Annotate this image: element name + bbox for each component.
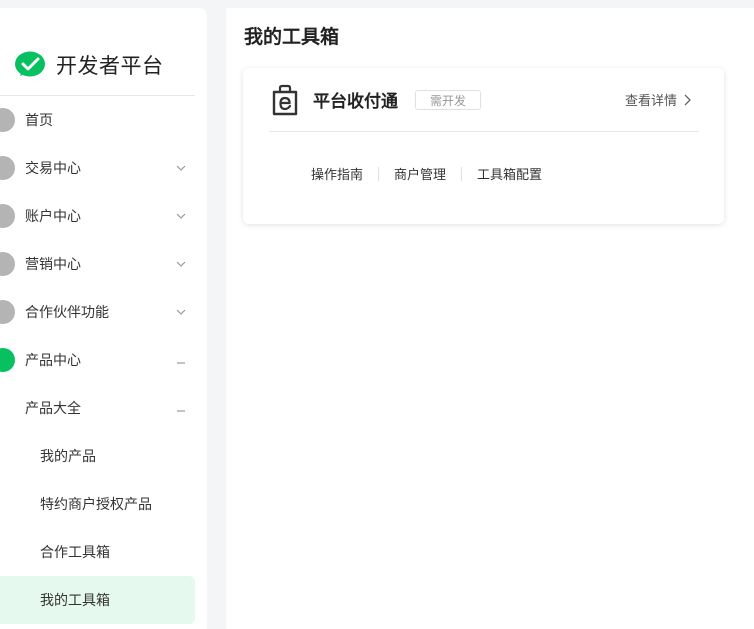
sidebar: 开发者平台 首页 交易中心 账户中心 营销中心 合作伙伴功能 产品中心 产品大全… <box>0 8 207 629</box>
sidebar-item-my-toolbox[interactable]: 我的工具箱 <box>0 576 195 624</box>
collapse-icon <box>177 362 185 364</box>
merchant-management-link[interactable]: 商户管理 <box>394 164 446 183</box>
sidebar-item-label: 产品中心 <box>25 353 81 369</box>
toolbox-config-link[interactable]: 工具箱配置 <box>477 164 542 183</box>
view-details-label: 查看详情 <box>625 94 678 109</box>
sidebar-item-label: 合作工具箱 <box>40 545 110 561</box>
link-separator <box>378 166 380 181</box>
chevron-down-icon <box>176 309 186 315</box>
status-badge: 需开发 <box>415 90 481 110</box>
card-links: 操作指南 商户管理 工具箱配置 <box>311 164 542 183</box>
sidebar-item-account[interactable]: 账户中心 <box>0 192 207 240</box>
sidebar-item-label: 特约商户授权产品 <box>40 497 152 513</box>
toolbox-e-icon <box>272 84 298 116</box>
sidebar-item-trade[interactable]: 交易中心 <box>0 144 207 192</box>
sidebar-item-authorized-products[interactable]: 特约商户授权产品 <box>0 480 207 528</box>
sidebar-item-all-products[interactable]: 产品大全 <box>0 384 207 432</box>
chevron-down-icon <box>176 261 186 267</box>
sidebar-item-label: 我的产品 <box>40 449 96 465</box>
link-separator <box>461 166 463 181</box>
trade-dot-icon <box>0 156 15 180</box>
sidebar-item-label: 合作伙伴功能 <box>25 305 109 321</box>
sidebar-item-label: 账户中心 <box>25 209 81 225</box>
account-dot-icon <box>0 204 15 228</box>
toolbox-card: 平台收付通 需开发 查看详情 操作指南 商户管理 工具箱配置 <box>243 68 724 224</box>
card-title: 平台收付通 <box>313 92 398 112</box>
sidebar-item-partner[interactable]: 合作伙伴功能 <box>0 288 207 336</box>
chevron-down-icon <box>176 213 186 219</box>
partner-dot-icon <box>0 300 15 324</box>
sidebar-item-marketing[interactable]: 营销中心 <box>0 240 207 288</box>
collapse-icon <box>177 410 185 412</box>
view-details-link[interactable]: 查看详情 <box>625 90 691 109</box>
sidebar-item-label: 我的工具箱 <box>40 593 110 609</box>
sidebar-item-home[interactable]: 首页 <box>0 96 207 144</box>
chevron-right-icon <box>684 94 691 105</box>
sidebar-item-label: 首页 <box>25 113 53 129</box>
card-divider <box>269 131 699 132</box>
sidebar-item-product[interactable]: 产品中心 <box>0 336 207 384</box>
wechat-pay-logo-icon <box>15 51 45 77</box>
brand-logo[interactable]: 开发者平台 <box>14 44 164 86</box>
guide-link[interactable]: 操作指南 <box>311 164 363 183</box>
sidebar-item-partner-toolbox[interactable]: 合作工具箱 <box>0 528 207 576</box>
page-title: 我的工具箱 <box>244 26 340 48</box>
sidebar-item-label: 营销中心 <box>25 257 81 273</box>
sidebar-nav: 首页 交易中心 账户中心 营销中心 合作伙伴功能 产品中心 产品大全 我的产品 … <box>0 96 207 624</box>
chevron-down-icon <box>176 165 186 171</box>
sidebar-item-my-products[interactable]: 我的产品 <box>0 432 207 480</box>
brand-name: 开发者平台 <box>56 54 164 78</box>
sidebar-item-label: 交易中心 <box>25 161 81 177</box>
product-dot-icon <box>0 348 15 372</box>
home-dot-icon <box>0 108 15 132</box>
sidebar-item-label: 产品大全 <box>25 401 81 417</box>
marketing-dot-icon <box>0 252 15 276</box>
